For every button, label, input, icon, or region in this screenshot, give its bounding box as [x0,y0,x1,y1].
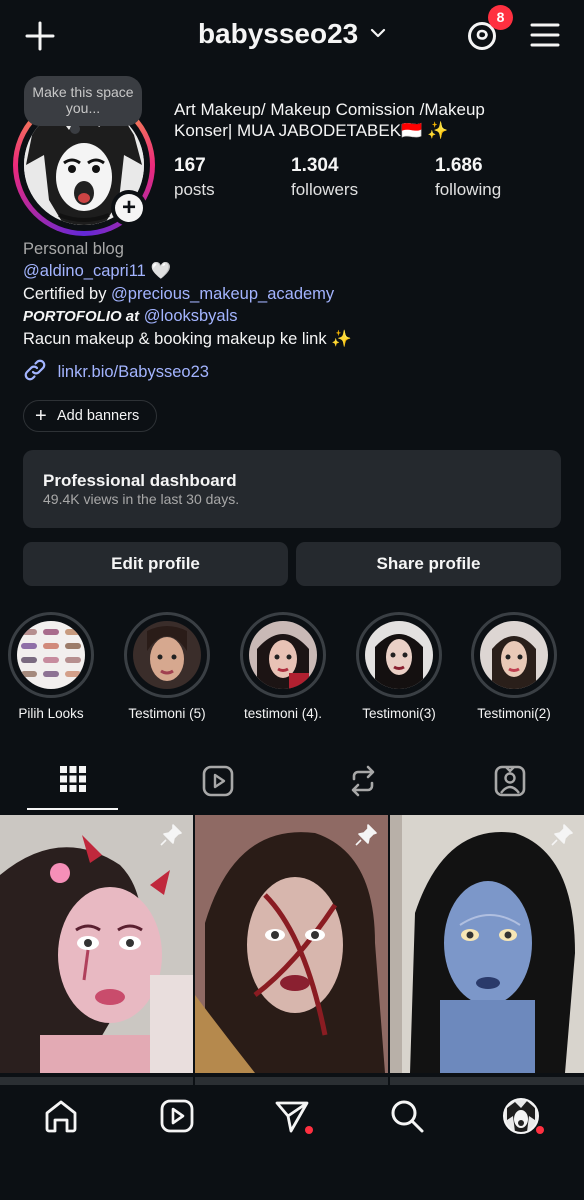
bio-line-1: @aldino_capri11 🤍 [23,262,171,281]
following-count: 1.686 [435,155,483,176]
website-link[interactable]: linkr.bio/Babysseo23 [23,359,209,382]
edit-profile-button[interactable]: Edit profile [23,542,288,586]
profile-headline: Art Makeup/ Makeup Comission /Makeup Kon… [174,100,485,140]
plus-icon: + [35,405,47,427]
username-label: babysseo23 [197,18,359,49]
highlight-label: testimoni (4). [243,706,323,721]
pin-icon [160,824,182,846]
highlight-item[interactable]: Testimoni (5) [121,612,213,721]
chevron-down-icon [370,28,386,38]
grid-icon[interactable] [59,765,87,793]
heart-emoji: 🤍 [150,262,171,280]
posts-stat[interactable]: 167 posts [174,155,215,200]
highlight-label: Testimoni(3) [362,706,436,721]
highlight-item[interactable]: Pilih Looks [5,612,97,721]
home-icon[interactable] [43,1098,79,1134]
mention-link[interactable]: @precious_makeup_academy [111,285,334,303]
dashboard-subtitle: 49.4K views in the last 30 days. [43,491,240,507]
grid-post[interactable] [390,815,584,1073]
highlight-cover [133,621,201,689]
bio-line-4: Racun makeup & booking makeup ke link ✨ [23,330,352,348]
reposts-icon[interactable] [348,765,378,797]
highlight-label: Testimoni (5) [128,706,206,721]
notification-badge: 8 [488,5,513,30]
mention-link[interactable]: @aldino_capri11 [23,262,146,280]
link-icon [24,359,46,381]
followers-label: followers [291,180,359,199]
bio-text: PORTOFOLIO at [23,308,140,325]
website-url: linkr.bio/Babysseo23 [57,363,209,381]
messages-unread-dot [305,1126,313,1134]
search-icon[interactable] [389,1098,425,1134]
reels-icon[interactable] [159,1098,195,1134]
note-bubble[interactable]: Make this space you... [24,76,142,126]
highlight-cover [249,621,317,689]
bio-text: Certified by [23,285,107,303]
dashboard-title: Professional dashboard [43,471,237,490]
followers-stat[interactable]: 1.304 followers [291,155,358,200]
highlight-cover [17,621,85,689]
following-label: following [435,180,502,199]
highlight-cover [365,621,433,689]
reels-icon[interactable] [202,765,234,797]
grid-post[interactable] [195,1077,388,1085]
profile-avatar[interactable] [503,1098,539,1134]
followers-count: 1.304 [291,155,339,176]
pin-icon [355,824,377,846]
grid-post[interactable] [0,1077,193,1085]
profile-category: Personal blog [23,240,124,258]
profile-notification-dot [536,1126,544,1134]
highlight-item[interactable]: testimoni (4). [237,612,329,721]
add-banners-label: Add banners [57,408,140,424]
active-tab-indicator [27,808,118,810]
posts-label: posts [174,180,215,199]
add-banners-button[interactable]: + Add banners [23,400,157,432]
grid-post[interactable] [195,815,388,1073]
menu-icon[interactable] [530,22,560,48]
grid-post[interactable] [390,1077,584,1085]
posts-count: 167 [174,155,206,176]
share-profile-button[interactable]: Share profile [296,542,561,586]
bio-line-3: PORTOFOLIO at @looksbyals [23,307,238,326]
mention-link[interactable]: @looksbyals [144,307,238,325]
highlight-item[interactable]: Testimoni(2) [468,612,560,721]
add-story-plus-icon[interactable]: + [115,194,143,222]
profile-tabs [0,755,584,810]
pin-icon [551,824,573,846]
highlight-label: Pilih Looks [18,706,84,721]
grid-post[interactable] [0,815,193,1073]
tagged-icon[interactable] [494,765,526,797]
highlight-label: Testimoni(2) [477,706,551,721]
highlight-cover [480,621,548,689]
top-bar: babysseo23 8 [0,0,584,74]
following-stat[interactable]: 1.686 following [435,155,501,200]
highlight-item[interactable]: Testimoni(3) [353,612,445,721]
bio-line-2: Certified by @precious_makeup_academy [23,285,334,304]
